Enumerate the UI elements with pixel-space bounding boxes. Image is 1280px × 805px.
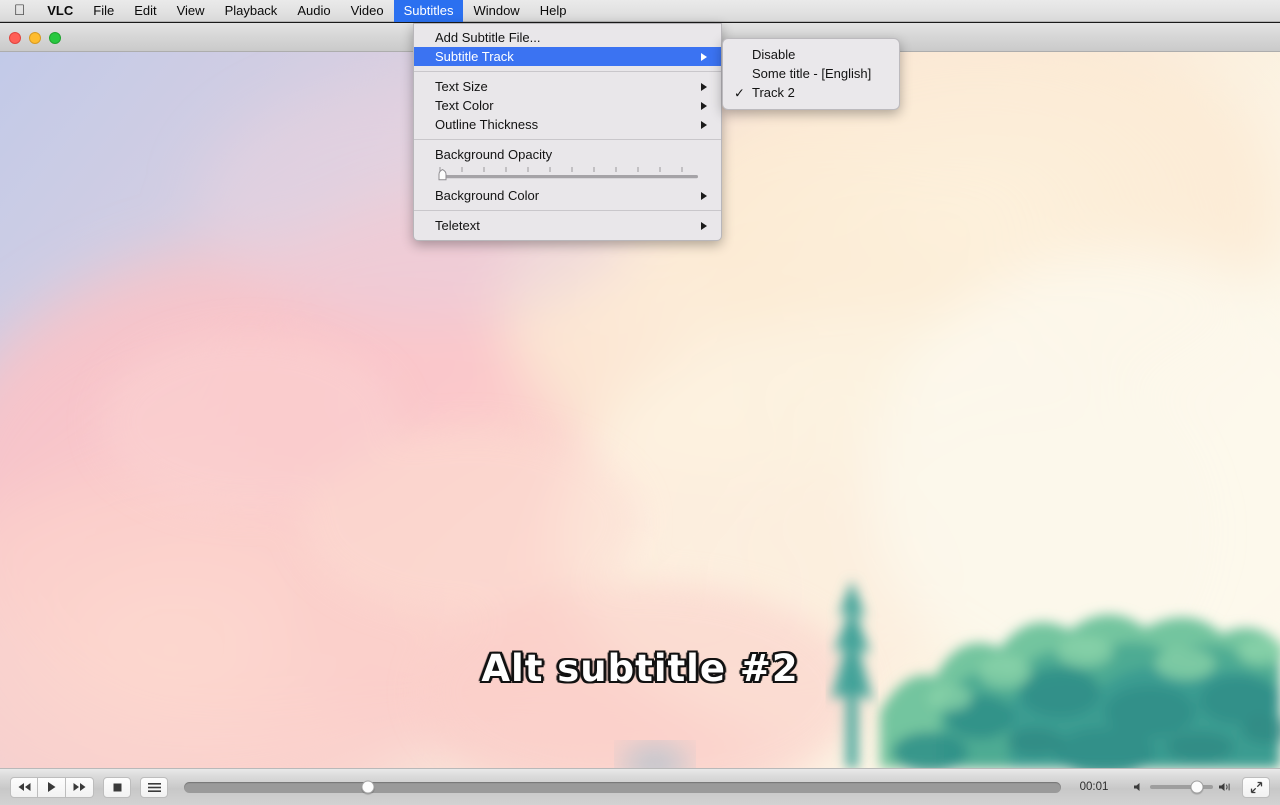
menu-option-label: Add Subtitle File... bbox=[435, 30, 541, 45]
menu-separator bbox=[414, 139, 721, 140]
fullscreen-icon bbox=[1250, 781, 1262, 793]
minimize-button[interactable] bbox=[29, 32, 41, 44]
chevron-right-icon bbox=[701, 221, 707, 230]
menu-option-label: Background Color bbox=[435, 188, 540, 203]
subtitle-track-submenu: Disable Some title - [English] ✓ Track 2 bbox=[722, 38, 900, 110]
hamburger-icon bbox=[147, 782, 161, 792]
submenu-option-label: Some title - [English] bbox=[752, 66, 872, 81]
menu-item-subtitles[interactable]: Subtitles bbox=[393, 0, 464, 22]
close-button[interactable] bbox=[9, 32, 21, 44]
background-opacity-slider[interactable] bbox=[414, 163, 721, 186]
play-button[interactable] bbox=[38, 776, 66, 798]
menu-item-file[interactable]: File bbox=[83, 0, 124, 22]
menu-separator bbox=[414, 71, 721, 72]
rewind-button[interactable] bbox=[10, 776, 38, 798]
menu-item-edit[interactable]: Edit bbox=[124, 0, 166, 22]
chevron-right-icon bbox=[701, 82, 707, 91]
opacity-slider-track bbox=[438, 167, 698, 181]
menu-item-video[interactable]: Video bbox=[341, 0, 394, 22]
menu-option-add-subtitle-file[interactable]: Add Subtitle File... bbox=[414, 28, 721, 47]
playlist-button[interactable] bbox=[140, 776, 168, 798]
opacity-slider-knob bbox=[438, 169, 447, 181]
macos-menu-bar:  VLC File Edit View Playback Audio Vide… bbox=[0, 0, 1280, 22]
menu-option-text-size[interactable]: Text Size bbox=[414, 77, 721, 96]
menu-item-vlc[interactable]: VLC bbox=[37, 0, 83, 22]
submenu-option-track-2[interactable]: ✓ Track 2 bbox=[723, 83, 899, 102]
volume-control bbox=[1133, 780, 1233, 794]
menu-item-window[interactable]: Window bbox=[463, 0, 529, 22]
submenu-option-label: Track 2 bbox=[752, 85, 795, 100]
menu-item-playback[interactable]: Playback bbox=[215, 0, 288, 22]
play-icon bbox=[48, 782, 56, 792]
seek-slider-knob[interactable] bbox=[361, 780, 375, 794]
menu-option-text-color[interactable]: Text Color bbox=[414, 96, 721, 115]
fullscreen-button[interactable] bbox=[1242, 776, 1270, 798]
menu-option-background-color[interactable]: Background Color bbox=[414, 186, 721, 205]
submenu-option-some-title-english[interactable]: Some title - [English] bbox=[723, 64, 899, 83]
menu-option-subtitle-track[interactable]: Subtitle Track bbox=[414, 47, 721, 66]
menu-option-outline-thickness[interactable]: Outline Thickness bbox=[414, 115, 721, 134]
fast-forward-icon bbox=[73, 783, 86, 791]
menu-option-label: Text Color bbox=[435, 98, 494, 113]
seek-slider[interactable] bbox=[184, 780, 1061, 794]
menu-item-audio[interactable]: Audio bbox=[287, 0, 340, 22]
apple-logo-icon[interactable]:  bbox=[0, 0, 37, 22]
menu-item-view[interactable]: View bbox=[167, 0, 215, 22]
submenu-option-label: Disable bbox=[752, 47, 796, 62]
checkmark-icon: ✓ bbox=[734, 85, 745, 100]
elapsed-time: 00:01 bbox=[1079, 781, 1109, 793]
subtitles-dropdown-menu: Add Subtitle File... Subtitle Track Text… bbox=[413, 23, 722, 241]
stop-icon bbox=[113, 783, 121, 791]
vlc-app-window:  VLC File Edit View Playback Audio Vide… bbox=[0, 0, 1280, 805]
chevron-right-icon bbox=[701, 191, 707, 200]
menu-option-label: Subtitle Track bbox=[435, 49, 514, 64]
playback-control-bar: 00:01 bbox=[0, 768, 1280, 805]
zoom-button[interactable] bbox=[49, 32, 61, 44]
background-opacity-label: Background Opacity bbox=[435, 146, 553, 162]
chevron-right-icon bbox=[701, 120, 707, 129]
chevron-right-icon bbox=[701, 52, 707, 61]
fast-forward-button[interactable] bbox=[66, 776, 94, 798]
menu-option-teletext[interactable]: Teletext bbox=[414, 216, 721, 235]
menu-option-label: Teletext bbox=[435, 218, 480, 233]
traffic-lights bbox=[9, 32, 61, 44]
menu-option-label: Outline Thickness bbox=[435, 117, 539, 132]
chevron-right-icon bbox=[701, 101, 707, 110]
stop-button[interactable] bbox=[103, 776, 131, 798]
rewind-icon bbox=[18, 783, 30, 791]
volume-slider-knob[interactable] bbox=[1190, 780, 1204, 794]
menu-option-label: Text Size bbox=[435, 79, 488, 94]
speaker-low-icon[interactable] bbox=[1133, 781, 1145, 793]
submenu-option-disable[interactable]: Disable bbox=[723, 45, 899, 64]
transport-button-group bbox=[10, 776, 94, 798]
menu-item-help[interactable]: Help bbox=[530, 0, 577, 22]
subtitle-overlay-text: Alt subtitle #2 bbox=[481, 647, 799, 690]
speaker-high-icon[interactable] bbox=[1218, 781, 1233, 793]
menu-separator bbox=[414, 210, 721, 211]
volume-slider[interactable] bbox=[1150, 780, 1213, 794]
